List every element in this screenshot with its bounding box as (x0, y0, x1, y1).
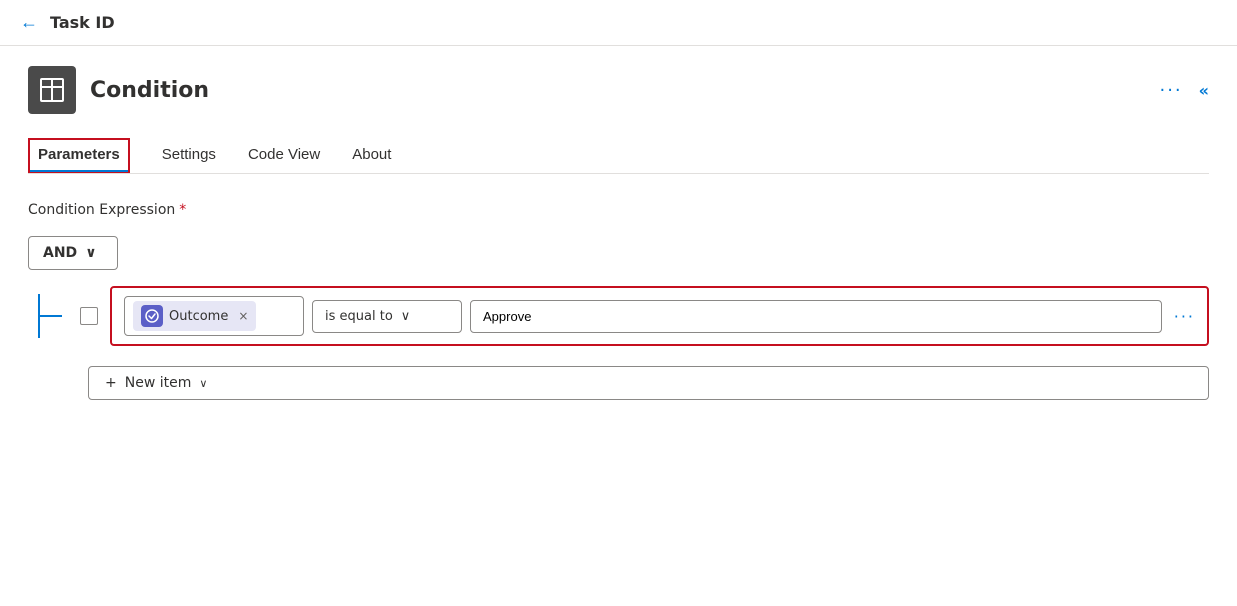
operator-chevron: ∨ (401, 309, 411, 324)
top-header: ← Task ID (0, 0, 1237, 46)
new-item-chevron: ∨ (199, 377, 207, 390)
tab-codeview[interactable]: Code View (248, 138, 320, 173)
collapse-button[interactable]: « (1199, 81, 1209, 100)
operator-dropdown[interactable]: is equal to ∨ (312, 300, 462, 333)
condition-expression-area: AND ∨ (28, 236, 1209, 400)
row-checkbox[interactable] (80, 307, 98, 325)
section-label-text: Condition Expression (28, 202, 175, 218)
and-operator-dropdown[interactable]: AND ∨ (28, 236, 118, 270)
value-input[interactable] (470, 300, 1162, 333)
operator-label: is equal to (325, 309, 393, 324)
row-more-options[interactable]: ··· (1174, 307, 1195, 326)
condition-icon (28, 66, 76, 114)
token-label: Outcome (169, 309, 228, 324)
required-indicator: * (179, 202, 186, 218)
tab-settings[interactable]: Settings (162, 138, 216, 173)
tabs-bar: Parameters Settings Code View About (28, 138, 1209, 174)
token-field[interactable]: Outcome × (124, 296, 304, 336)
and-chevron: ∨ (85, 245, 96, 261)
back-button[interactable]: ← (20, 12, 38, 33)
section-label: Condition Expression * (28, 202, 1209, 218)
component-title: Condition (90, 78, 209, 103)
component-actions: ··· « (1159, 80, 1209, 101)
token-icon (141, 305, 163, 327)
new-item-label: New item (125, 375, 192, 391)
main-content: Condition ··· « Parameters Settings Code… (0, 46, 1237, 420)
outcome-token: Outcome × (133, 301, 256, 331)
tab-parameters[interactable]: Parameters (28, 138, 130, 173)
component-header: Condition ··· « (28, 66, 1209, 114)
condition-row: Outcome × is equal to ∨ ··· (110, 286, 1209, 346)
token-close-button[interactable]: × (238, 309, 248, 323)
component-left: Condition (28, 66, 209, 114)
plus-icon: + (105, 375, 117, 391)
tab-about[interactable]: About (352, 138, 391, 173)
and-label: AND (43, 245, 77, 261)
page-title: Task ID (50, 13, 115, 32)
more-options-button[interactable]: ··· (1159, 80, 1182, 101)
new-item-button[interactable]: + New item ∨ (88, 366, 1209, 400)
